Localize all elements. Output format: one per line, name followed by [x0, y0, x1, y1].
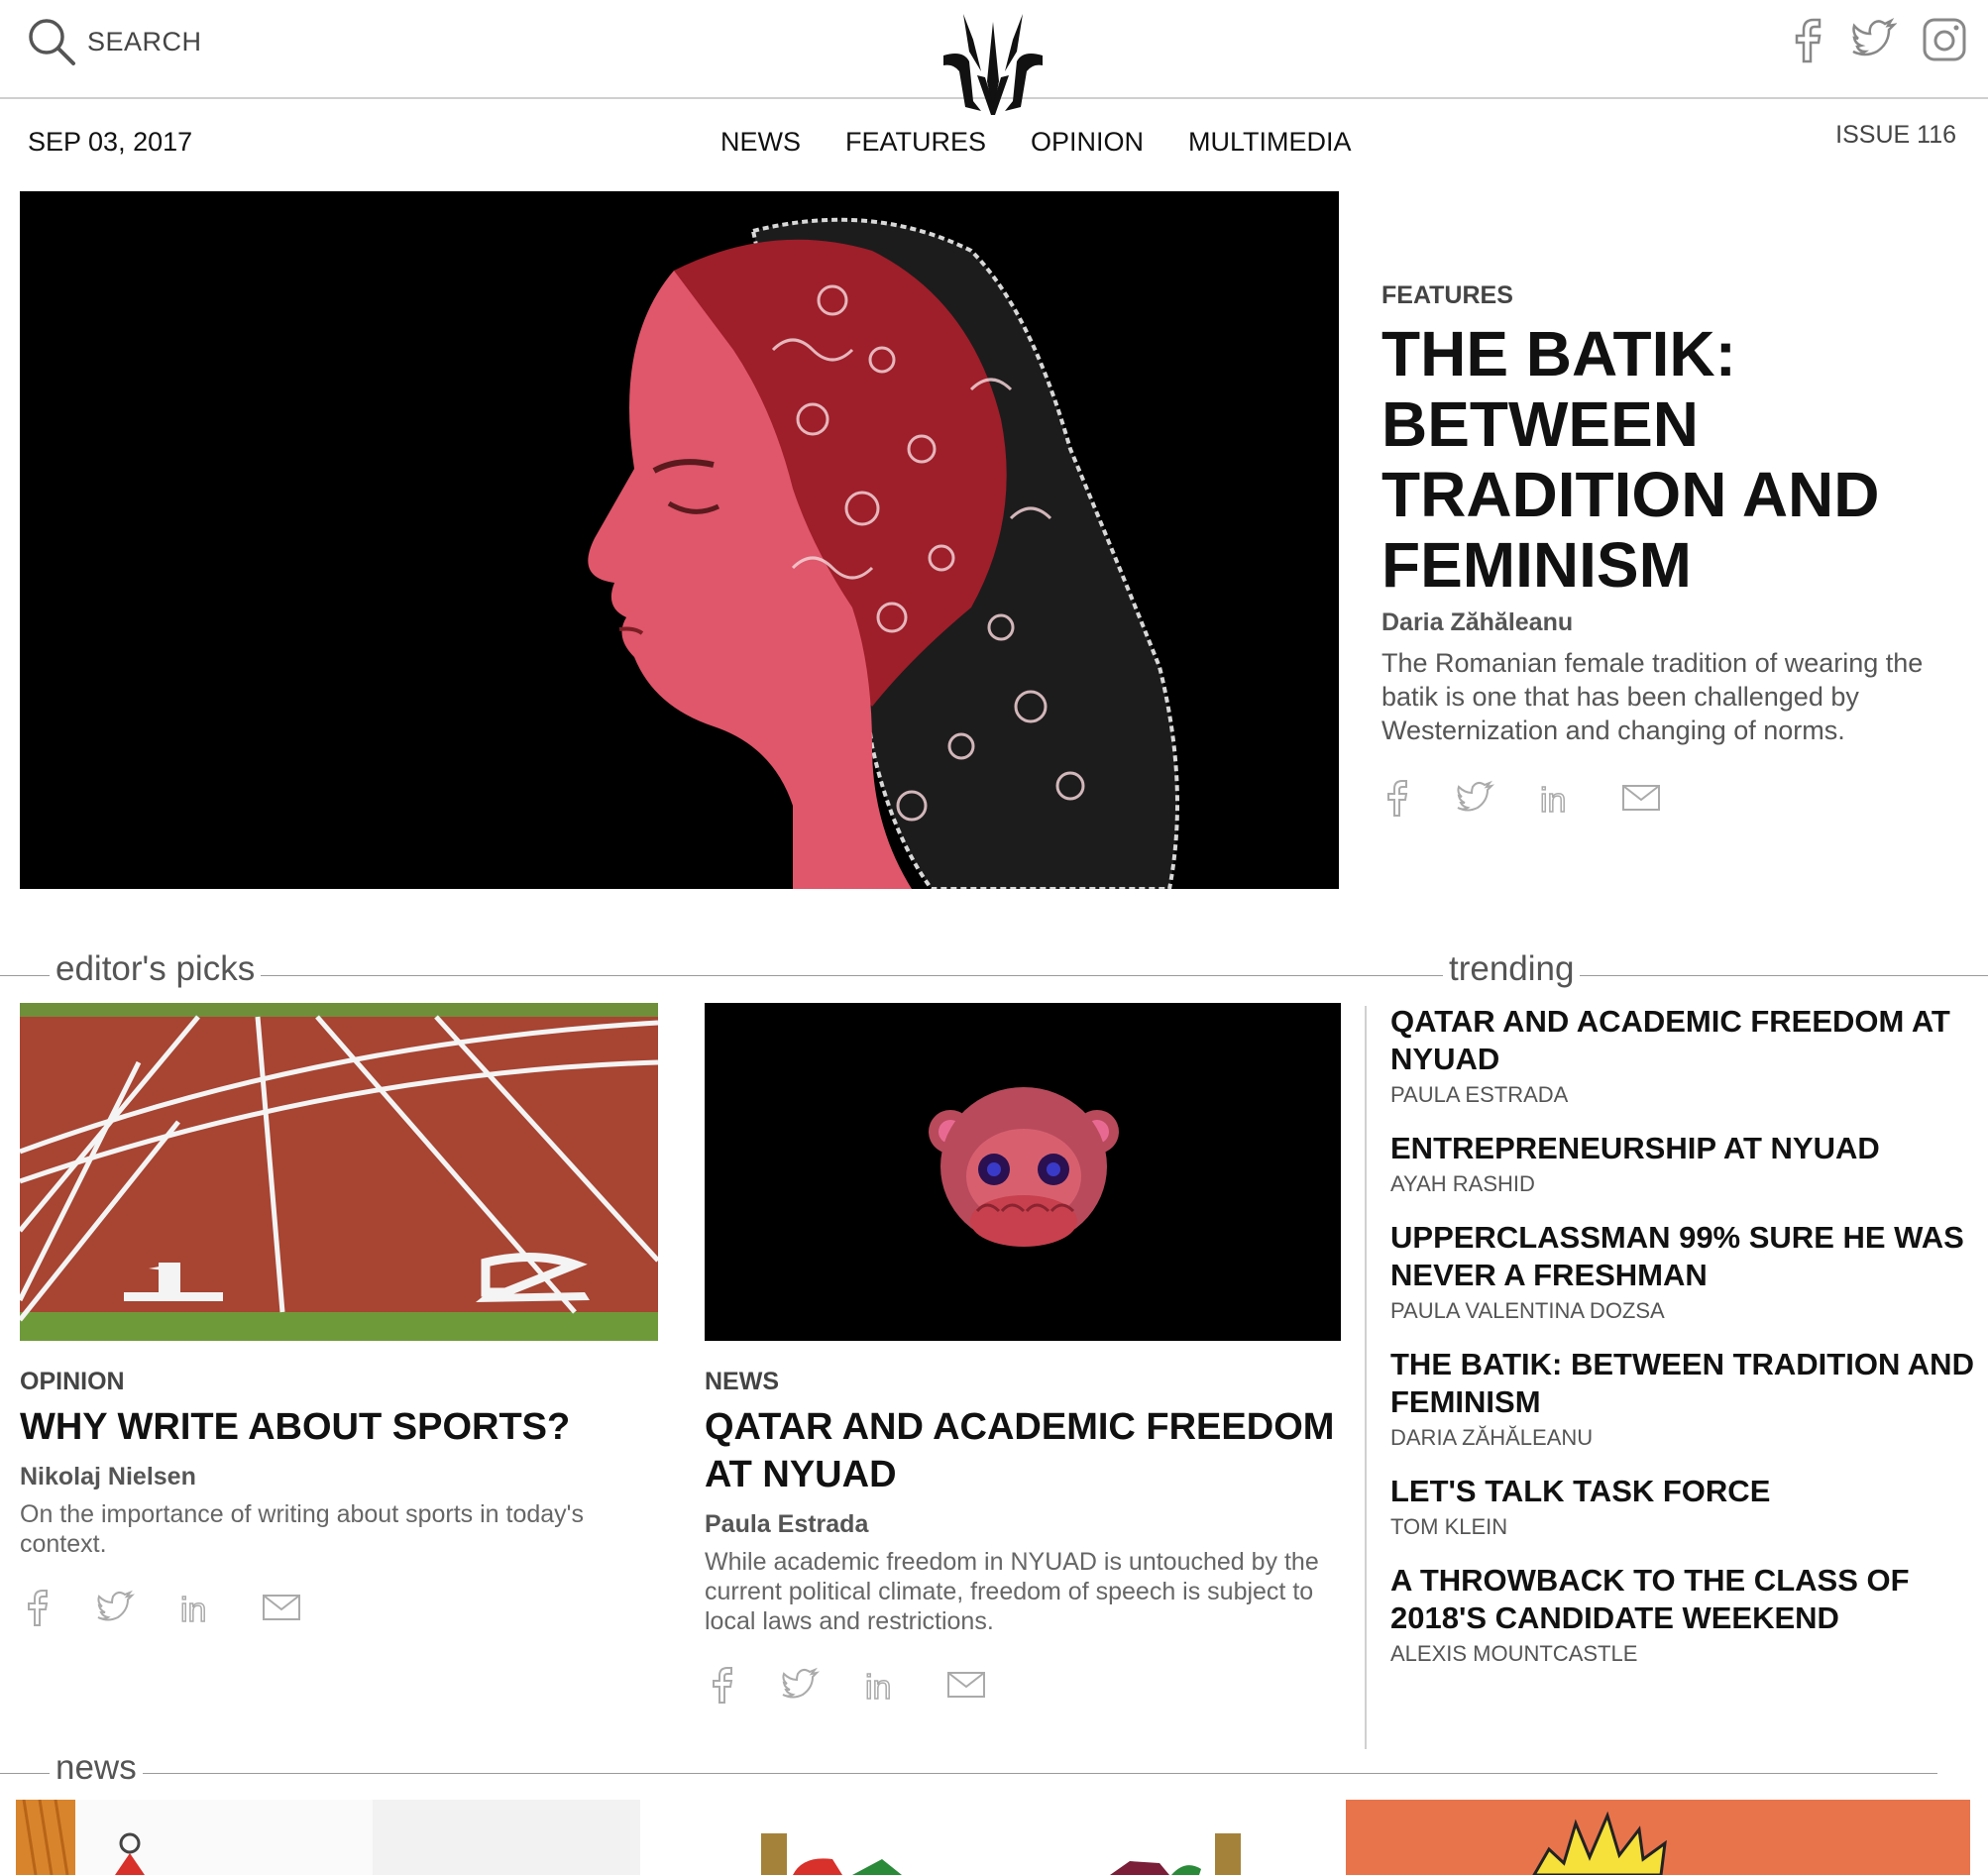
pick-title[interactable]: WHY WRITE ABOUT SPORTS?: [20, 1403, 654, 1451]
pick-image-sports[interactable]: [20, 1003, 658, 1341]
trending-item[interactable]: LET'S TALK TASK FORCE TOM KLEIN: [1390, 1473, 1975, 1540]
hero-author[interactable]: Daria Zăhăleanu: [1381, 608, 1573, 637]
email-icon[interactable]: [262, 1594, 301, 1621]
trending-title[interactable]: ENTREPRENEURSHIP AT NYUAD: [1390, 1130, 1975, 1167]
pick-share-bar: in: [711, 1665, 986, 1705]
linkedin-icon[interactable]: in: [863, 1667, 903, 1703]
social-links: [1792, 16, 1968, 63]
trending-item[interactable]: QATAR AND ACADEMIC FREEDOM AT NYUAD PAUL…: [1390, 1003, 1975, 1108]
twitter-icon[interactable]: [95, 1590, 135, 1625]
trending-title[interactable]: THE BATIK: BETWEEN TRADITION AND FEMINIS…: [1390, 1346, 1975, 1421]
nav-opinion[interactable]: OPINION: [1031, 127, 1144, 158]
twitter-icon[interactable]: [1849, 16, 1897, 63]
section-divider: [0, 975, 1988, 976]
news-thumb-1[interactable]: [16, 1800, 640, 1875]
hero-description: The Romanian female tradition of wearing…: [1381, 648, 1924, 745]
news-divider: [0, 1773, 1937, 1774]
trending-author[interactable]: PAULA ESTRADA: [1390, 1082, 1975, 1108]
search-button[interactable]: SEARCH: [26, 16, 202, 67]
instagram-icon[interactable]: [1921, 16, 1968, 63]
svg-text:in: in: [1540, 782, 1566, 816]
news-thumb-3[interactable]: [1346, 1800, 1970, 1875]
pick-image-monkey[interactable]: [705, 1003, 1341, 1341]
editors-picks-heading: editor's picks: [50, 949, 262, 989]
twitter-icon[interactable]: [780, 1667, 820, 1703]
facebook-icon[interactable]: [26, 1588, 52, 1627]
trending-author[interactable]: AYAH RASHID: [1390, 1171, 1975, 1197]
trending-author[interactable]: TOM KLEIN: [1390, 1514, 1975, 1540]
trending-item[interactable]: THE BATIK: BETWEEN TRADITION AND FEMINIS…: [1390, 1346, 1975, 1451]
trending-heading: trending: [1443, 949, 1581, 989]
twitter-icon[interactable]: [1455, 780, 1494, 816]
linkedin-icon[interactable]: in: [178, 1590, 218, 1625]
trending-item[interactable]: A THROWBACK TO THE CLASS OF 2018'S CANDI…: [1390, 1562, 1975, 1667]
hero-share-bar: in: [1385, 778, 1661, 818]
trending-title[interactable]: A THROWBACK TO THE CLASS OF 2018'S CANDI…: [1390, 1562, 1975, 1637]
trending-list: QATAR AND ACADEMIC FREEDOM AT NYUAD PAUL…: [1390, 1003, 1975, 1689]
trending-item[interactable]: ENTREPRENEURSHIP AT NYUAD AYAH RASHID: [1390, 1130, 1975, 1197]
email-icon[interactable]: [946, 1671, 986, 1699]
nav-multimedia[interactable]: MULTIMEDIA: [1188, 127, 1352, 158]
pick-share-bar: in: [26, 1588, 301, 1627]
news-thumb-2[interactable]: [694, 1800, 1328, 1875]
hero-image[interactable]: [20, 191, 1339, 889]
trending-divider: [1365, 1006, 1367, 1749]
pick-description: On the importance of writing about sport…: [20, 1500, 584, 1558]
linkedin-icon[interactable]: in: [1538, 780, 1578, 816]
trending-author[interactable]: ALEXIS MOUNTCASTLE: [1390, 1641, 1975, 1667]
trending-title[interactable]: LET'S TALK TASK FORCE: [1390, 1473, 1975, 1510]
pick-title[interactable]: QATAR AND ACADEMIC FREEDOM AT NYUAD: [705, 1403, 1339, 1498]
search-icon: [26, 16, 77, 67]
trending-author[interactable]: PAULA VALENTINA DOZSA: [1390, 1298, 1975, 1324]
site-logo[interactable]: [943, 12, 1043, 117]
trending-author[interactable]: DARIA ZĂHĂLEANU: [1390, 1425, 1975, 1451]
pick-author[interactable]: Nikolaj Nielsen: [20, 1463, 196, 1491]
trending-title[interactable]: QATAR AND ACADEMIC FREEDOM AT NYUAD: [1390, 1003, 1975, 1078]
email-icon[interactable]: [1621, 784, 1661, 812]
nav-features[interactable]: FEATURES: [845, 127, 986, 158]
svg-text:in: in: [865, 1669, 891, 1703]
facebook-icon[interactable]: [711, 1665, 736, 1705]
facebook-icon[interactable]: [1792, 16, 1825, 63]
news-heading: news: [50, 1748, 143, 1788]
hero-title[interactable]: THE BATIK: BETWEEN TRADITION AND FEMINIS…: [1381, 319, 1966, 601]
issue-date: SEP 03, 2017: [28, 127, 193, 157]
search-label: SEARCH: [87, 26, 202, 56]
trending-title[interactable]: UPPERCLASSMAN 99% SURE HE WAS NEVER A FR…: [1390, 1219, 1975, 1294]
svg-text:in: in: [180, 1592, 206, 1625]
site-header: SEARCH: [0, 0, 1988, 115]
facebook-icon[interactable]: [1385, 778, 1411, 818]
pick-category[interactable]: NEWS: [705, 1368, 779, 1396]
pick-category[interactable]: OPINION: [20, 1368, 125, 1396]
issue-number: ISSUE 116: [1835, 121, 1956, 149]
nav-news[interactable]: NEWS: [720, 127, 801, 158]
pick-author[interactable]: Paula Estrada: [705, 1510, 868, 1539]
main-nav: NEWS FEATURES OPINION MULTIMEDIA: [720, 127, 1352, 158]
hero-category[interactable]: FEATURES: [1381, 281, 1513, 310]
trending-item[interactable]: UPPERCLASSMAN 99% SURE HE WAS NEVER A FR…: [1390, 1219, 1975, 1324]
pick-description: While academic freedom in NYUAD is untou…: [705, 1548, 1319, 1635]
